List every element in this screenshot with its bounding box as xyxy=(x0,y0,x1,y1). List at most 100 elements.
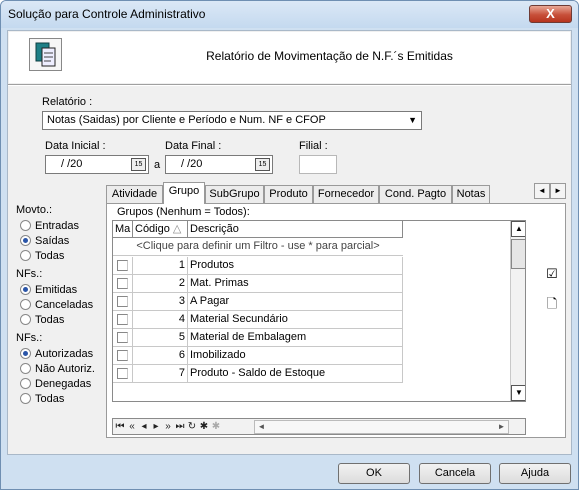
vertical-scrollbar[interactable]: ▲ ▼ xyxy=(510,221,525,401)
row-checkbox[interactable] xyxy=(117,296,128,307)
filial-input[interactable] xyxy=(299,155,337,174)
row-checkbox-cell[interactable] xyxy=(113,275,133,292)
scroll-down-icon[interactable]: ▼ xyxy=(511,385,525,401)
check-all-icon[interactable]: ☑ xyxy=(544,266,560,282)
row-description: Imobilizado xyxy=(188,347,403,364)
row-description: A Pagar xyxy=(188,293,403,310)
nfs-label: NFs.: xyxy=(16,268,43,280)
row-checkbox-cell[interactable] xyxy=(113,293,133,310)
radio-saidas[interactable]: Saídas xyxy=(20,233,102,248)
tab-produto[interactable]: Produto xyxy=(264,185,313,203)
tab-grupo[interactable]: Grupo xyxy=(163,182,205,204)
tab-panel-grupo: Grupos (Nenhum = Todos): Ma Código △ Des… xyxy=(106,203,566,438)
data-final-field[interactable]: / /20 15 xyxy=(165,155,273,174)
data-inicial-field[interactable]: / /20 15 xyxy=(45,155,149,174)
table-row[interactable]: 2 Mat. Primas xyxy=(113,275,403,293)
nav-last-icon[interactable]: ⏭ xyxy=(175,420,185,433)
column-header-codigo[interactable]: Código △ xyxy=(133,221,188,237)
tab-subgrupo[interactable]: SubGrupo xyxy=(205,185,264,203)
table-row[interactable]: 3A Pagar xyxy=(113,293,403,311)
radio-denegadas[interactable]: Denegadas xyxy=(20,376,102,391)
report-document-icon xyxy=(29,38,62,71)
radio-movto-todas[interactable]: Todas xyxy=(20,248,102,263)
row-code: 4 xyxy=(133,311,188,328)
report-header: Relatório de Movimentação de N.F.´s Emit… xyxy=(9,32,570,83)
nav-filter-icon[interactable]: ✱ xyxy=(199,420,209,433)
data-final-label: Data Final : xyxy=(165,140,222,152)
row-description: Produto - Saldo de Estoque xyxy=(188,365,403,382)
table-row[interactable]: 7 Produto - Saldo de Estoque xyxy=(113,365,403,383)
row-checkbox-cell[interactable] xyxy=(113,347,133,364)
radio-aut-todas[interactable]: Todas xyxy=(20,391,102,406)
help-button[interactable]: Ajuda xyxy=(499,463,571,484)
tab-atividade[interactable]: Atividade xyxy=(106,185,163,203)
filial-label: Filial : xyxy=(299,140,328,152)
calendar-icon[interactable]: 15 xyxy=(131,158,146,171)
grid-caption: Grupos (Nenhum = Todos): xyxy=(117,206,250,218)
column-header-ma[interactable]: Ma xyxy=(113,221,133,237)
header-divider xyxy=(8,84,571,86)
radio-entradas[interactable]: Entradas xyxy=(20,218,102,233)
grid-navigator: ⏮ « ◂ ▸ » ⏭ ↻ ✱ ✱ ◄ ► xyxy=(112,418,526,435)
row-checkbox-cell[interactable] xyxy=(113,311,133,328)
table-row[interactable]: 5 Material de Embalagem xyxy=(113,329,403,347)
horizontal-scrollbar[interactable]: ◄ ► xyxy=(254,420,509,434)
relatorio-label: Relatório : xyxy=(42,96,93,108)
row-code: 2 xyxy=(133,275,188,292)
table-row[interactable]: 6 Imobilizado xyxy=(113,347,403,365)
page-title: Relatório de Movimentação de N.F.´s Emit… xyxy=(206,49,453,63)
window-title: Solução para Controle Administrativo xyxy=(8,7,206,21)
table-row[interactable]: 4 Material Secundário xyxy=(113,311,403,329)
row-description: Material Secundário xyxy=(188,311,403,328)
movto-group: Movto.: Entradas Saídas Todas xyxy=(16,204,102,263)
relatorio-select[interactable]: Notas (Saidas) por Cliente e Período e N… xyxy=(42,111,422,130)
nav-next-page-icon[interactable]: » xyxy=(163,420,173,433)
row-checkbox-cell[interactable] xyxy=(113,257,133,274)
chevron-right-icon[interactable]: ► xyxy=(550,183,566,199)
scroll-up-icon[interactable]: ▲ xyxy=(511,221,525,237)
nav-refresh-icon[interactable]: ↻ xyxy=(187,420,197,433)
ok-button[interactable]: OK xyxy=(338,463,410,484)
data-inicial-value: / /20 xyxy=(61,158,83,170)
row-checkbox[interactable] xyxy=(117,314,128,325)
table-row[interactable]: 1 Produtos xyxy=(113,257,403,275)
nav-first-page-icon[interactable]: ⏮ xyxy=(115,420,125,433)
radio-emitidas[interactable]: Emitidas xyxy=(20,282,102,297)
data-final-value: / /20 xyxy=(181,158,203,170)
row-checkbox[interactable] xyxy=(117,350,128,361)
tab-notas[interactable]: Notas xyxy=(452,185,490,203)
radio-canceladas[interactable]: Canceladas xyxy=(20,297,102,312)
radio-autorizadas[interactable]: Autorizadas xyxy=(20,346,102,361)
row-description: Produtos xyxy=(188,257,403,274)
close-button[interactable]: X xyxy=(529,5,572,23)
row-checkbox[interactable] xyxy=(117,278,128,289)
row-checkbox-cell[interactable] xyxy=(113,329,133,346)
row-checkbox[interactable] xyxy=(117,368,128,379)
column-header-descricao[interactable]: Descrição xyxy=(188,221,403,237)
title-bar[interactable]: Solução para Controle Administrativo X xyxy=(1,1,578,28)
chevron-down-icon[interactable]: ▼ xyxy=(408,115,417,125)
nav-clear-filter-icon[interactable]: ✱ xyxy=(211,420,221,433)
scroll-right-icon[interactable]: ► xyxy=(495,421,508,433)
tab-fornecedor[interactable]: Fornecedor xyxy=(313,185,379,203)
scroll-thumb[interactable] xyxy=(511,239,525,269)
new-document-icon[interactable]: 🗋 xyxy=(544,296,560,312)
groups-grid[interactable]: Ma Código △ Descrição <Clique para defin… xyxy=(112,220,526,402)
row-checkbox[interactable] xyxy=(117,332,128,343)
cancel-button[interactable]: Cancela xyxy=(419,463,491,484)
grid-header: Ma Código △ Descrição xyxy=(113,221,403,238)
nav-next-icon[interactable]: ▸ xyxy=(151,420,161,433)
row-checkbox-cell[interactable] xyxy=(113,365,133,382)
radio-nao-autorizadas[interactable]: Não Autoriz. xyxy=(20,361,102,376)
nav-prior-page-icon[interactable]: « xyxy=(127,420,137,433)
row-code: 6 xyxy=(133,347,188,364)
radio-nfs-todas[interactable]: Todas xyxy=(20,312,102,327)
nav-prior-icon[interactable]: ◂ xyxy=(139,420,149,433)
tab-cond-pagto[interactable]: Cond. Pagto xyxy=(379,185,452,203)
date-range-separator: a xyxy=(154,159,161,171)
scroll-left-icon[interactable]: ◄ xyxy=(255,421,268,433)
row-checkbox[interactable] xyxy=(117,260,128,271)
filter-row[interactable]: <Clique para definir um Filtro - use * p… xyxy=(113,238,403,256)
chevron-left-icon[interactable]: ◄ xyxy=(534,183,550,199)
calendar-icon[interactable]: 15 xyxy=(255,158,270,171)
